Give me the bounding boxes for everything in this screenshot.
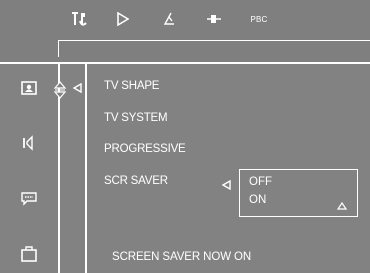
signal-icon[interactable] [162,8,176,30]
header-divider-left [58,40,59,57]
subtitle-icon[interactable] [18,188,40,210]
header-divider [58,40,370,41]
scr-saver-options: OFF ON [239,169,358,217]
audio-icon[interactable] [206,8,222,30]
picture-icon[interactable] [18,78,40,100]
menu-item-tv-shape[interactable]: TV SHAPE [104,80,159,92]
pbc-label: PBC [250,14,268,24]
tools-icon[interactable] [70,8,90,30]
submenu-left-arrow-icon [221,177,233,191]
updown-arrow-icon [53,80,67,100]
menu-item-tv-system[interactable]: TV SYSTEM [104,112,168,124]
menu-item-scr-saver[interactable]: SCR SAVER [104,175,168,187]
briefcase-icon[interactable] [18,244,40,266]
setup-screen: PBC TV SHAPE TV SYSTEM PROGRESSIVE SCR S… [0,0,370,273]
left-arrow-icon [71,81,83,94]
speaker-icon[interactable] [18,133,40,155]
menu-border [85,64,87,273]
option-on[interactable]: ON [249,194,266,206]
option-off[interactable]: OFF [249,176,272,188]
menu-item-progressive[interactable]: PROGRESSIVE [104,143,186,155]
pbc-icon[interactable]: PBC [248,8,270,30]
status-text: SCREEN SAVER NOW ON [112,251,252,263]
separator [0,62,370,64]
top-toolbar: PBC [0,0,370,62]
up-arrow-icon [336,197,348,210]
play-icon[interactable] [116,8,130,30]
